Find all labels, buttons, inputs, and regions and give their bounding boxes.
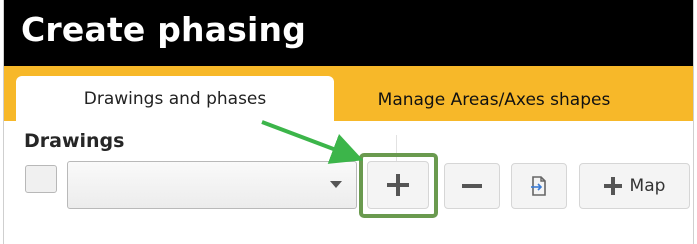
plus-icon (603, 177, 622, 195)
drawings-section-label: Drawings (24, 130, 125, 152)
add-map-button[interactable]: Map (579, 163, 690, 209)
tab-bar: Drawings and phases Manage Areas/Axes sh… (4, 66, 693, 121)
divider (396, 135, 397, 161)
remove-drawing-button[interactable] (444, 163, 500, 209)
add-drawing-button[interactable] (367, 161, 429, 209)
chevron-down-icon (330, 181, 342, 188)
drawings-panel: Drawings Map (4, 121, 693, 244)
add-map-label: Map (629, 176, 666, 196)
document-button[interactable] (511, 163, 567, 209)
drawing-select[interactable] (67, 161, 357, 209)
minus-icon (462, 184, 482, 188)
add-map-content: Map (603, 176, 666, 196)
tab-drawings-and-phases[interactable]: Drawings and phases (16, 76, 334, 121)
title-bar: Create phasing (4, 0, 693, 66)
create-phasing-window: Create phasing Drawings and phases Manag… (3, 0, 694, 244)
tab-manage-areas-axes-shapes[interactable]: Manage Areas/Axes shapes (344, 79, 644, 121)
window-title: Create phasing (21, 10, 307, 49)
drawing-checkbox[interactable] (25, 165, 57, 193)
plus-icon (387, 174, 409, 196)
document-icon (531, 176, 546, 196)
